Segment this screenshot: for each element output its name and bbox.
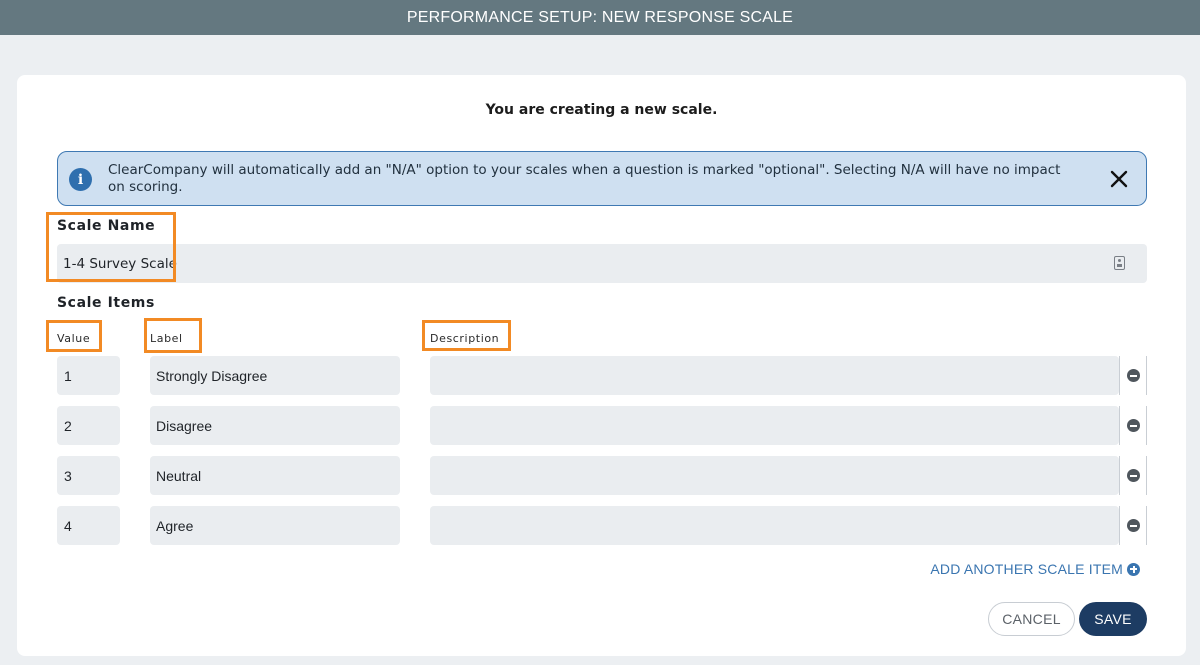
add-scale-item-label: ADD ANOTHER SCALE ITEM	[930, 561, 1123, 577]
plus-circle-icon	[1127, 562, 1140, 576]
scale-form-card: You are creating a new scale. i ClearCom…	[17, 75, 1186, 656]
save-button[interactable]: SAVE	[1079, 602, 1147, 636]
remove-item-button[interactable]	[1119, 356, 1147, 395]
scale-item-description-input[interactable]	[430, 456, 1119, 495]
scale-item-value-input[interactable]: 4	[57, 506, 120, 545]
scale-item-description-input[interactable]	[430, 506, 1119, 545]
highlight-value-header	[46, 320, 102, 352]
cancel-button[interactable]: CANCEL	[988, 602, 1075, 636]
scale-item-label-input[interactable]: Neutral	[150, 456, 400, 495]
scale-item-value-input[interactable]: 2	[57, 406, 120, 445]
add-scale-item-link[interactable]: ADD ANOTHER SCALE ITEM	[930, 561, 1140, 577]
minus-circle-icon	[1126, 519, 1140, 532]
minus-circle-icon	[1126, 469, 1140, 482]
scale-item-label-input[interactable]: Disagree	[150, 406, 400, 445]
scale-item-description-input[interactable]	[430, 406, 1119, 445]
remove-item-button[interactable]	[1119, 406, 1147, 445]
highlight-scale-name	[46, 212, 176, 282]
scale-item-value-input[interactable]: 1	[57, 356, 120, 395]
scale-item-label-input[interactable]: Strongly Disagree	[150, 356, 400, 395]
close-icon[interactable]	[1108, 168, 1130, 190]
highlight-description-header	[422, 320, 511, 351]
info-icon: i	[69, 168, 92, 191]
scale-name-input[interactable]: 1-4 Survey Scale	[57, 244, 1147, 283]
highlight-label-header	[144, 318, 202, 353]
contact-card-icon	[1114, 256, 1125, 270]
minus-circle-icon	[1126, 369, 1140, 382]
info-banner: i ClearCompany will automatically add an…	[57, 151, 1147, 206]
page-title: PERFORMANCE SETUP: NEW RESPONSE SCALE	[406, 8, 794, 26]
info-banner-text: ClearCompany will automatically add an "…	[108, 162, 1061, 195]
minus-circle-icon	[1126, 419, 1140, 432]
scale-item-value-input[interactable]: 3	[57, 456, 120, 495]
remove-item-button[interactable]	[1119, 506, 1147, 545]
form-subtitle: You are creating a new scale.	[485, 102, 718, 118]
scale-item-label-input[interactable]: Agree	[150, 506, 400, 545]
scale-item-description-input[interactable]	[430, 356, 1119, 395]
page-header: PERFORMANCE SETUP: NEW RESPONSE SCALE	[0, 0, 1200, 35]
scale-items-label: Scale Items	[57, 295, 155, 311]
remove-item-button[interactable]	[1119, 456, 1147, 495]
